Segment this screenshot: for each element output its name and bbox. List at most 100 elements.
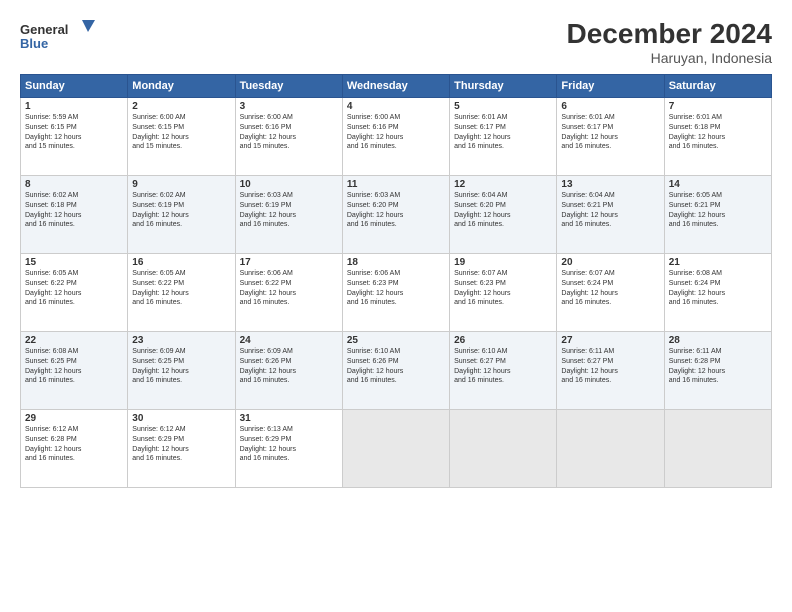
- day-number: 19: [454, 257, 552, 268]
- day-info: Sunrise: 6:01 AMSunset: 6:17 PMDaylight:…: [561, 113, 659, 152]
- location-subtitle: Haruyan, Indonesia: [567, 50, 772, 66]
- calendar-cell: 15Sunrise: 6:05 AMSunset: 6:22 PMDayligh…: [21, 254, 128, 332]
- calendar-cell: 25Sunrise: 6:10 AMSunset: 6:26 PMDayligh…: [342, 332, 449, 410]
- calendar-cell: 18Sunrise: 6:06 AMSunset: 6:23 PMDayligh…: [342, 254, 449, 332]
- day-number: 28: [669, 335, 767, 346]
- day-number: 23: [132, 335, 230, 346]
- day-info: Sunrise: 6:05 AMSunset: 6:22 PMDaylight:…: [132, 269, 230, 308]
- calendar-week-row: 22Sunrise: 6:08 AMSunset: 6:25 PMDayligh…: [21, 332, 772, 410]
- calendar-cell: 2Sunrise: 6:00 AMSunset: 6:15 PMDaylight…: [128, 98, 235, 176]
- calendar-cell: 24Sunrise: 6:09 AMSunset: 6:26 PMDayligh…: [235, 332, 342, 410]
- calendar-cell: 29Sunrise: 6:12 AMSunset: 6:28 PMDayligh…: [21, 410, 128, 488]
- day-number: 17: [240, 257, 338, 268]
- calendar-cell: 14Sunrise: 6:05 AMSunset: 6:21 PMDayligh…: [664, 176, 771, 254]
- calendar-cell: 6Sunrise: 6:01 AMSunset: 6:17 PMDaylight…: [557, 98, 664, 176]
- calendar-cell: 31Sunrise: 6:13 AMSunset: 6:29 PMDayligh…: [235, 410, 342, 488]
- calendar-cell: 30Sunrise: 6:12 AMSunset: 6:29 PMDayligh…: [128, 410, 235, 488]
- header-sunday: Sunday: [21, 75, 128, 98]
- day-number: 25: [347, 335, 445, 346]
- calendar-cell: 20Sunrise: 6:07 AMSunset: 6:24 PMDayligh…: [557, 254, 664, 332]
- day-number: 30: [132, 413, 230, 424]
- day-number: 1: [25, 101, 123, 112]
- day-info: Sunrise: 6:07 AMSunset: 6:23 PMDaylight:…: [454, 269, 552, 308]
- calendar-cell: 12Sunrise: 6:04 AMSunset: 6:20 PMDayligh…: [450, 176, 557, 254]
- day-number: 26: [454, 335, 552, 346]
- day-info: Sunrise: 6:05 AMSunset: 6:22 PMDaylight:…: [25, 269, 123, 308]
- calendar-cell: 1Sunrise: 5:59 AMSunset: 6:15 PMDaylight…: [21, 98, 128, 176]
- day-number: 22: [25, 335, 123, 346]
- day-number: 7: [669, 101, 767, 112]
- day-info: Sunrise: 6:09 AMSunset: 6:26 PMDaylight:…: [240, 347, 338, 386]
- calendar-table: Sunday Monday Tuesday Wednesday Thursday…: [20, 74, 772, 488]
- day-number: 15: [25, 257, 123, 268]
- calendar-cell: 27Sunrise: 6:11 AMSunset: 6:27 PMDayligh…: [557, 332, 664, 410]
- calendar-cell: [450, 410, 557, 488]
- calendar-cell: [342, 410, 449, 488]
- calendar-week-row: 15Sunrise: 6:05 AMSunset: 6:22 PMDayligh…: [21, 254, 772, 332]
- day-info: Sunrise: 6:07 AMSunset: 6:24 PMDaylight:…: [561, 269, 659, 308]
- calendar-cell: 8Sunrise: 6:02 AMSunset: 6:18 PMDaylight…: [21, 176, 128, 254]
- calendar-cell: 13Sunrise: 6:04 AMSunset: 6:21 PMDayligh…: [557, 176, 664, 254]
- day-number: 4: [347, 101, 445, 112]
- logo: General Blue: [20, 18, 100, 54]
- day-number: 31: [240, 413, 338, 424]
- day-info: Sunrise: 6:02 AMSunset: 6:18 PMDaylight:…: [25, 191, 123, 230]
- day-number: 6: [561, 101, 659, 112]
- day-info: Sunrise: 6:11 AMSunset: 6:27 PMDaylight:…: [561, 347, 659, 386]
- day-info: Sunrise: 5:59 AMSunset: 6:15 PMDaylight:…: [25, 113, 123, 152]
- calendar-cell: 22Sunrise: 6:08 AMSunset: 6:25 PMDayligh…: [21, 332, 128, 410]
- day-info: Sunrise: 6:01 AMSunset: 6:18 PMDaylight:…: [669, 113, 767, 152]
- page: General Blue December 2024 Haruyan, Indo…: [0, 0, 792, 612]
- day-info: Sunrise: 6:08 AMSunset: 6:24 PMDaylight:…: [669, 269, 767, 308]
- day-info: Sunrise: 6:04 AMSunset: 6:20 PMDaylight:…: [454, 191, 552, 230]
- day-info: Sunrise: 6:12 AMSunset: 6:29 PMDaylight:…: [132, 425, 230, 464]
- day-number: 10: [240, 179, 338, 190]
- calendar-cell: [557, 410, 664, 488]
- day-number: 5: [454, 101, 552, 112]
- day-info: Sunrise: 6:06 AMSunset: 6:23 PMDaylight:…: [347, 269, 445, 308]
- header-monday: Monday: [128, 75, 235, 98]
- calendar-week-row: 29Sunrise: 6:12 AMSunset: 6:28 PMDayligh…: [21, 410, 772, 488]
- day-info: Sunrise: 6:10 AMSunset: 6:26 PMDaylight:…: [347, 347, 445, 386]
- day-info: Sunrise: 6:03 AMSunset: 6:19 PMDaylight:…: [240, 191, 338, 230]
- day-info: Sunrise: 6:00 AMSunset: 6:16 PMDaylight:…: [240, 113, 338, 152]
- calendar-header-row: Sunday Monday Tuesday Wednesday Thursday…: [21, 75, 772, 98]
- day-number: 3: [240, 101, 338, 112]
- calendar-week-row: 8Sunrise: 6:02 AMSunset: 6:18 PMDaylight…: [21, 176, 772, 254]
- calendar-week-row: 1Sunrise: 5:59 AMSunset: 6:15 PMDaylight…: [21, 98, 772, 176]
- day-info: Sunrise: 6:00 AMSunset: 6:16 PMDaylight:…: [347, 113, 445, 152]
- calendar-cell: [664, 410, 771, 488]
- svg-text:Blue: Blue: [20, 36, 48, 51]
- day-number: 27: [561, 335, 659, 346]
- logo-svg: General Blue: [20, 18, 100, 54]
- day-info: Sunrise: 6:03 AMSunset: 6:20 PMDaylight:…: [347, 191, 445, 230]
- header: General Blue December 2024 Haruyan, Indo…: [20, 18, 772, 66]
- day-info: Sunrise: 6:01 AMSunset: 6:17 PMDaylight:…: [454, 113, 552, 152]
- day-info: Sunrise: 6:11 AMSunset: 6:28 PMDaylight:…: [669, 347, 767, 386]
- calendar-cell: 26Sunrise: 6:10 AMSunset: 6:27 PMDayligh…: [450, 332, 557, 410]
- calendar-cell: 16Sunrise: 6:05 AMSunset: 6:22 PMDayligh…: [128, 254, 235, 332]
- calendar-cell: 17Sunrise: 6:06 AMSunset: 6:22 PMDayligh…: [235, 254, 342, 332]
- month-title: December 2024: [567, 18, 772, 50]
- header-saturday: Saturday: [664, 75, 771, 98]
- day-number: 24: [240, 335, 338, 346]
- calendar-cell: 19Sunrise: 6:07 AMSunset: 6:23 PMDayligh…: [450, 254, 557, 332]
- day-info: Sunrise: 6:12 AMSunset: 6:28 PMDaylight:…: [25, 425, 123, 464]
- day-number: 8: [25, 179, 123, 190]
- calendar-cell: 3Sunrise: 6:00 AMSunset: 6:16 PMDaylight…: [235, 98, 342, 176]
- day-number: 12: [454, 179, 552, 190]
- day-number: 2: [132, 101, 230, 112]
- calendar-cell: 5Sunrise: 6:01 AMSunset: 6:17 PMDaylight…: [450, 98, 557, 176]
- calendar-cell: 9Sunrise: 6:02 AMSunset: 6:19 PMDaylight…: [128, 176, 235, 254]
- day-info: Sunrise: 6:00 AMSunset: 6:15 PMDaylight:…: [132, 113, 230, 152]
- calendar-cell: 10Sunrise: 6:03 AMSunset: 6:19 PMDayligh…: [235, 176, 342, 254]
- calendar-cell: 28Sunrise: 6:11 AMSunset: 6:28 PMDayligh…: [664, 332, 771, 410]
- title-block: December 2024 Haruyan, Indonesia: [567, 18, 772, 66]
- calendar-cell: 4Sunrise: 6:00 AMSunset: 6:16 PMDaylight…: [342, 98, 449, 176]
- day-info: Sunrise: 6:09 AMSunset: 6:25 PMDaylight:…: [132, 347, 230, 386]
- day-number: 29: [25, 413, 123, 424]
- header-tuesday: Tuesday: [235, 75, 342, 98]
- day-number: 11: [347, 179, 445, 190]
- day-info: Sunrise: 6:08 AMSunset: 6:25 PMDaylight:…: [25, 347, 123, 386]
- day-info: Sunrise: 6:04 AMSunset: 6:21 PMDaylight:…: [561, 191, 659, 230]
